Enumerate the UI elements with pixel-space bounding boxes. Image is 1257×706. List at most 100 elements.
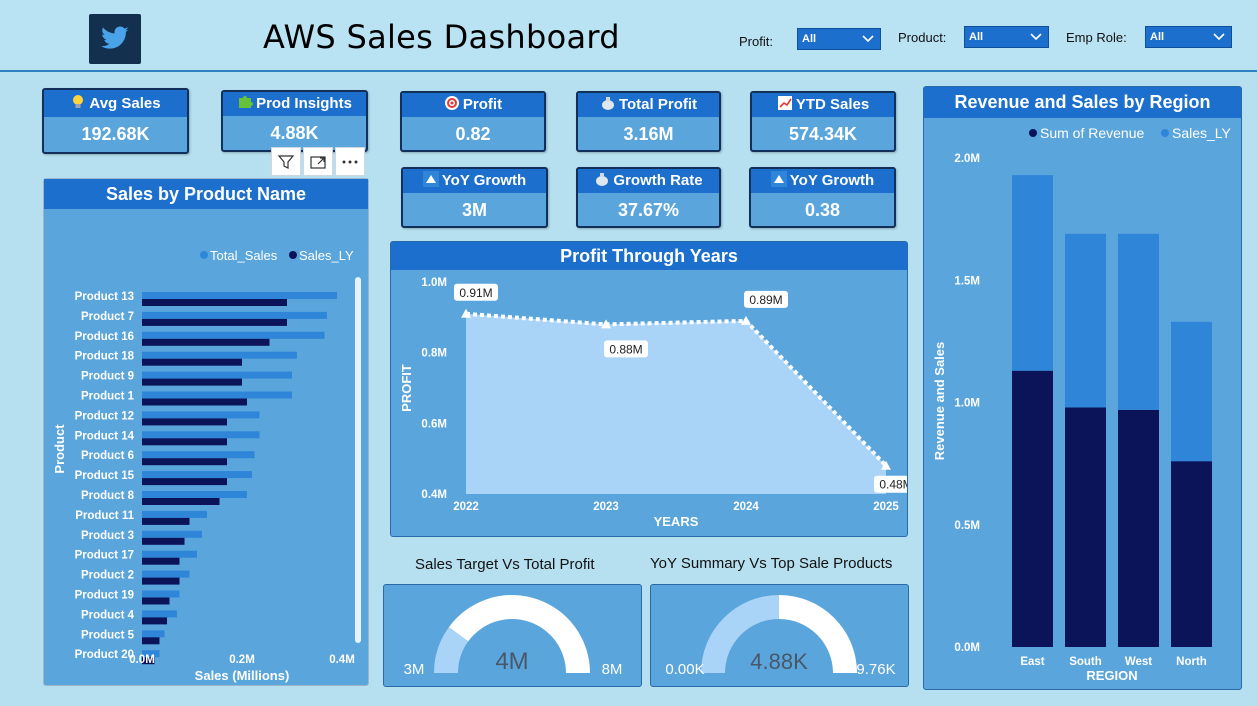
kpi-title: Avg Sales bbox=[89, 95, 161, 112]
chevron-down-icon bbox=[1030, 33, 1042, 41]
bar-total-sales bbox=[142, 570, 190, 578]
bar-total-sales bbox=[142, 411, 260, 419]
kpi-total-profit[interactable]: Total Profit 3.16M bbox=[576, 91, 721, 152]
kpi-growth-rate[interactable]: Growth Rate 37.67% bbox=[576, 167, 721, 228]
tick-label: 0.0M bbox=[954, 642, 980, 654]
tick-label: 0.4M bbox=[329, 654, 355, 666]
panel-title: Revenue and Sales by Region bbox=[924, 87, 1241, 118]
data-label: 0.88M bbox=[609, 342, 642, 356]
bar-total-sales bbox=[142, 331, 325, 339]
twitter-bird-icon bbox=[89, 14, 141, 64]
sales-target-gauge-panel[interactable]: 4M 3M 8M bbox=[383, 584, 642, 687]
revenue-by-region-chart: Sum of Revenue Sales_LY 0.0M 0.5M 1.0M 1.5M 2.… bbox=[932, 125, 1232, 683]
bar-sum-of-revenue bbox=[1118, 409, 1159, 647]
bar-total-sales bbox=[142, 391, 292, 399]
kpi-title: Total Profit bbox=[618, 96, 698, 113]
bar-sales-ly bbox=[142, 299, 287, 306]
kpi-title: Profit bbox=[462, 96, 503, 113]
gauge-min: 3M bbox=[404, 661, 425, 678]
data-label: 0.48M bbox=[879, 478, 907, 492]
tick-label: 2024 bbox=[733, 501, 759, 513]
bar-total-sales bbox=[142, 491, 247, 498]
bar-sales-ly bbox=[142, 338, 270, 346]
gauge-title: Sales Target Vs Total Profit bbox=[415, 556, 595, 573]
tick-label: 2023 bbox=[593, 501, 619, 513]
tick-label: North bbox=[1176, 656, 1207, 668]
revenue-by-region-panel[interactable]: Revenue and Sales by Region Sum of Reven… bbox=[923, 86, 1242, 690]
kpi-title: Prod Insights bbox=[256, 95, 352, 112]
kpi-value: 3M bbox=[461, 200, 487, 220]
profit-slicer-label: Profit: bbox=[739, 34, 773, 49]
bar-sales-ly bbox=[1065, 233, 1106, 408]
bar-sum-of-revenue bbox=[1065, 407, 1106, 647]
legend-marker-sales-ly bbox=[1161, 129, 1169, 137]
kpi-value: 4.88K bbox=[270, 123, 319, 143]
bar-sales-ly bbox=[142, 557, 180, 565]
visual-header-toolbar bbox=[271, 147, 365, 176]
emp-role-slicer-value: All bbox=[1150, 31, 1165, 43]
bar-sales-ly bbox=[142, 438, 227, 446]
kpi-value: 0.82 bbox=[455, 124, 491, 144]
tick-label: Product 15 bbox=[75, 470, 135, 482]
tick-label: 0.8M bbox=[421, 348, 447, 360]
kpi-avg-sales[interactable]: Avg Sales 192.68K bbox=[42, 88, 189, 154]
bar-total-sales bbox=[142, 530, 202, 538]
sales-target-gauge: 4M 3M 8M bbox=[404, 595, 622, 678]
kpi-value: 0.38 bbox=[804, 200, 841, 220]
tick-label: Product 4 bbox=[81, 609, 135, 621]
tick-label: 0.6M bbox=[421, 418, 447, 430]
bar-total-sales bbox=[142, 610, 177, 618]
bar-sales-ly bbox=[142, 378, 242, 386]
data-label: 0.91M bbox=[459, 286, 492, 300]
data-label: 0.89M bbox=[749, 293, 782, 307]
money-bag-icon bbox=[596, 173, 609, 186]
kpi-yoy-growth-ratio[interactable]: YoY Growth 0.38 bbox=[749, 167, 896, 228]
target-icon bbox=[444, 96, 459, 110]
bar-sales-ly bbox=[142, 577, 180, 585]
sales-by-product-panel[interactable]: Sales by Product Name Total_Sales Sales_L… bbox=[43, 178, 369, 686]
vertical-scrollbar bbox=[355, 277, 361, 643]
emp-role-slicer[interactable]: All bbox=[1145, 26, 1232, 48]
bar-total-sales bbox=[142, 471, 252, 479]
gauge-max: 9.76K bbox=[856, 661, 895, 678]
focus-mode-icon[interactable] bbox=[303, 147, 333, 176]
legend-label: Sum of Revenue bbox=[1040, 125, 1144, 141]
tick-label: 2022 bbox=[453, 501, 479, 513]
kpi-prod-insights[interactable]: Prod Insights 4.88K bbox=[221, 90, 368, 152]
product-slicer-value: All bbox=[969, 31, 984, 43]
tick-label: Product 11 bbox=[75, 510, 134, 522]
tick-label: Product 7 bbox=[81, 311, 134, 323]
kpi-title: Growth Rate bbox=[613, 172, 703, 189]
bar-sales-ly bbox=[142, 517, 190, 525]
legend-marker-sales-ly bbox=[289, 251, 297, 259]
kpi-ytd-sales[interactable]: YTD Sales 574.34K bbox=[750, 91, 896, 152]
kpi-value: 3.16M bbox=[623, 124, 674, 144]
dashboard-header: AWS Sales Dashboard Profit: All Product:… bbox=[0, 0, 1257, 72]
product-slicer-label: Product: bbox=[898, 30, 947, 45]
bar-total-sales bbox=[142, 292, 337, 299]
puzzle-icon bbox=[239, 96, 254, 108]
panel-title: Profit Through Years bbox=[391, 242, 907, 270]
x-axis-label: YEARS bbox=[654, 514, 699, 529]
kpi-profit[interactable]: Profit 0.82 bbox=[400, 91, 546, 152]
sales-by-product-chart: Total_Sales Sales_LY Product Product 13 Prod… bbox=[52, 248, 361, 683]
bar-total-sales bbox=[142, 451, 255, 459]
bar-sales-ly bbox=[1171, 321, 1212, 462]
bar-sales-ly bbox=[142, 398, 247, 406]
tick-label: Product 19 bbox=[75, 590, 134, 602]
kpi-yoy-growth[interactable]: YoY Growth 3M bbox=[401, 167, 548, 228]
bar-sales-ly bbox=[142, 498, 220, 505]
profit-slicer[interactable]: All bbox=[797, 28, 881, 50]
kpi-value: 37.67% bbox=[617, 200, 680, 220]
y-axis-label: Revenue and Sales bbox=[932, 342, 947, 461]
profit-through-years-panel[interactable]: Profit Through Years 0.91M 0.88M 0.89M 0.48… bbox=[390, 241, 908, 537]
product-slicer[interactable]: All bbox=[964, 26, 1049, 48]
chart-increasing-icon bbox=[777, 96, 792, 110]
more-options-icon[interactable] bbox=[335, 147, 365, 176]
tick-label: West bbox=[1125, 656, 1152, 668]
tick-label: South bbox=[1069, 656, 1102, 668]
legend-marker-total-sales bbox=[200, 251, 208, 259]
yoy-summary-gauge-panel[interactable]: 4.88K 0.00K 9.76K bbox=[650, 584, 909, 687]
filter-icon[interactable] bbox=[271, 147, 301, 176]
tick-label: Product 13 bbox=[75, 291, 134, 303]
